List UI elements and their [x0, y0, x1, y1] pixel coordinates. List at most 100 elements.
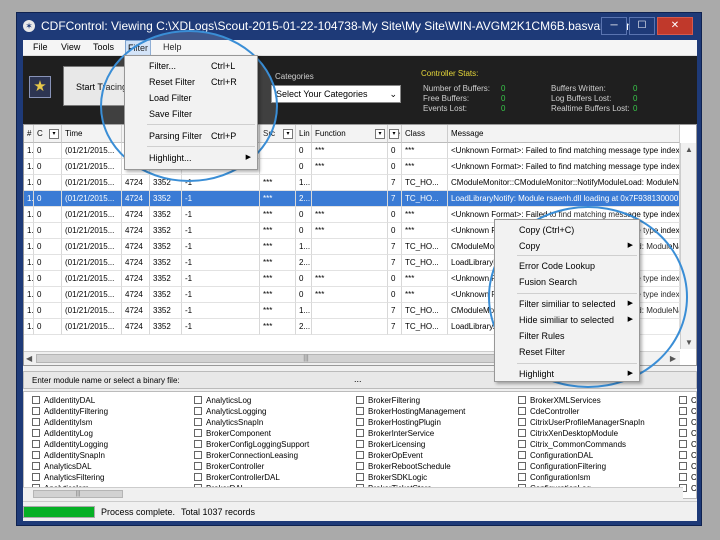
- context-menu-item[interactable]: Reset Filter: [495, 344, 639, 360]
- filter-menu-item[interactable]: Reset Filter Ctrl+R: [125, 74, 257, 90]
- checkbox[interactable]: [356, 440, 364, 448]
- module-checkbox-item[interactable]: Cor: [679, 462, 696, 473]
- module-checkbox-item[interactable]: AnalyticsSnapIn: [194, 418, 263, 429]
- filter-menu-item[interactable]: Load Filter: [125, 90, 257, 106]
- module-checkbox-item[interactable]: BrokerRebootSchedule: [356, 462, 451, 473]
- menu-view[interactable]: View: [61, 42, 80, 52]
- module-checkbox-item[interactable]: BrokerHostingManagement: [356, 407, 465, 418]
- checkbox[interactable]: [679, 451, 687, 459]
- module-checkbox-item[interactable]: AnalyticsLogging: [194, 407, 266, 418]
- column-filter-icon[interactable]: ▾: [375, 129, 385, 139]
- module-checkbox-item[interactable]: Cor: [679, 440, 696, 451]
- module-checkbox-item[interactable]: Citrix_CommonCommands: [518, 440, 626, 451]
- grid-column-header[interactable]: C ▾: [34, 125, 62, 143]
- module-checkbox-item[interactable]: AnalyticsDAL: [32, 462, 92, 473]
- module-checkbox-item[interactable]: Cor: [679, 396, 696, 407]
- checkbox[interactable]: [518, 429, 526, 437]
- maximize-button[interactable]: ☐: [629, 17, 655, 35]
- module-checkbox-item[interactable]: BrokerOpEvent: [356, 451, 423, 462]
- module-checkbox-item[interactable]: ConfigurationDAL: [518, 451, 593, 462]
- context-menu-item[interactable]: Copy (Ctrl+C): [495, 222, 639, 238]
- module-checkbox-item[interactable]: BrokerInterService: [356, 429, 434, 440]
- module-checkbox-item[interactable]: BrokerControllerDAL: [194, 473, 280, 484]
- checkbox[interactable]: [679, 440, 687, 448]
- checkbox[interactable]: [356, 407, 364, 415]
- checkbox[interactable]: [518, 462, 526, 470]
- scroll-down-icon[interactable]: ▼: [685, 338, 693, 347]
- checkbox[interactable]: [518, 473, 526, 481]
- module-checkbox-item[interactable]: Cor: [679, 407, 696, 418]
- checkbox[interactable]: [518, 451, 526, 459]
- close-button[interactable]: ✕: [657, 17, 693, 35]
- checkbox[interactable]: [194, 396, 202, 404]
- checkbox[interactable]: [518, 418, 526, 426]
- context-menu-item[interactable]: Filter similiar to selected ▶: [495, 296, 639, 312]
- filter-menu-item[interactable]: Filter... Ctrl+L: [125, 58, 257, 74]
- grid-column-header[interactable]: Function ▾: [312, 125, 388, 143]
- context-menu-item[interactable]: Error Code Lookup: [495, 258, 639, 274]
- module-checkbox-item[interactable]: ConfigurationFiltering: [518, 462, 606, 473]
- checkbox[interactable]: [32, 440, 40, 448]
- checkbox[interactable]: [518, 396, 526, 404]
- checkbox[interactable]: [356, 418, 364, 426]
- grid-column-header[interactable]: Class: [402, 125, 448, 143]
- context-menu-item[interactable]: Fusion Search: [495, 274, 639, 290]
- module-checkbox-item[interactable]: AdIdentityDAL: [32, 396, 95, 407]
- checkbox[interactable]: [679, 396, 687, 404]
- checkbox[interactable]: [32, 462, 40, 470]
- checkbox[interactable]: [356, 429, 364, 437]
- checkbox[interactable]: [32, 429, 40, 437]
- context-menu-item[interactable]: Hide similiar to selected ▶: [495, 312, 639, 328]
- module-checkbox-item[interactable]: CdeController: [518, 407, 579, 418]
- module-checkbox-item[interactable]: BrokerLicensing: [356, 440, 425, 451]
- module-checkbox-item[interactable]: BrokerConfigLoggingSupport: [194, 440, 309, 451]
- module-checkbox-item[interactable]: BrokerHostingPlugin: [356, 418, 441, 429]
- checkbox[interactable]: [356, 473, 364, 481]
- checkbox[interactable]: [679, 407, 687, 415]
- filter-menu-item[interactable]: Save Filter: [125, 106, 257, 122]
- checkbox[interactable]: [194, 462, 202, 470]
- module-checkbox-item[interactable]: AdIdentityFiltering: [32, 407, 108, 418]
- checkbox[interactable]: [518, 407, 526, 415]
- minimize-button[interactable]: ─: [601, 17, 627, 35]
- checkbox[interactable]: [679, 418, 687, 426]
- module-checkbox-item[interactable]: Cor: [679, 429, 696, 440]
- column-filter-icon[interactable]: ▾: [283, 129, 293, 139]
- module-checkbox-item[interactable]: BrokerConnectionLeasing: [194, 451, 298, 462]
- module-checkbox-item[interactable]: BrokerXMLServices: [518, 396, 601, 407]
- title-bar[interactable]: ✶ CDFControl: Viewing C:\XDLogs\Scout-20…: [17, 13, 701, 39]
- checkbox[interactable]: [679, 429, 687, 437]
- module-checkbox-item[interactable]: Cor: [679, 473, 696, 484]
- categories-select[interactable]: Select Your Categories ⌄: [271, 85, 401, 103]
- module-checkbox-item[interactable]: Cor: [679, 451, 696, 462]
- scroll-left-icon[interactable]: ◀: [26, 354, 32, 363]
- checkbox[interactable]: [679, 462, 687, 470]
- browse-button[interactable]: ...: [354, 374, 362, 384]
- module-checkbox-item[interactable]: BrokerComponent: [194, 429, 271, 440]
- module-horizontal-scrollbar[interactable]: |||: [23, 487, 683, 499]
- grid-column-header[interactable]: #: [24, 125, 34, 143]
- menu-tools[interactable]: Tools: [93, 42, 114, 52]
- checkbox[interactable]: [32, 473, 40, 481]
- module-checkbox-item[interactable]: BrokerFiltering: [356, 396, 420, 407]
- checkbox[interactable]: [32, 451, 40, 459]
- grid-column-header[interactable]: Message: [448, 125, 680, 143]
- filter-menu-item[interactable]: Highlight... ▶: [125, 150, 257, 166]
- scroll-up-icon[interactable]: ▲: [685, 145, 693, 154]
- table-row[interactable]: 1...0(01/21/2015...0***0***<Unknown Form…: [24, 159, 680, 175]
- context-menu-item[interactable]: Copy ▶: [495, 238, 639, 254]
- module-checkbox-item[interactable]: AdIdentityLogging: [32, 440, 108, 451]
- module-scroll-thumb[interactable]: |||: [33, 490, 123, 498]
- module-checkbox-item[interactable]: ConfigurationIsm: [518, 473, 590, 484]
- checkbox[interactable]: [194, 440, 202, 448]
- checkbox[interactable]: [356, 396, 364, 404]
- table-row[interactable]: 1...0(01/21/2015...47243352-1***1...7TC_…: [24, 175, 680, 191]
- module-checkbox-item[interactable]: AdIdentitySnapIn: [32, 451, 105, 462]
- module-checkbox-item[interactable]: BrokerSDKLogic: [356, 473, 427, 484]
- checkbox[interactable]: [32, 418, 40, 426]
- filter-menu-item[interactable]: Parsing Filter Ctrl+P: [125, 128, 257, 144]
- column-filter-icon[interactable]: ▾: [49, 129, 59, 139]
- module-checkbox-item[interactable]: AdIdentityLog: [32, 429, 93, 440]
- checkbox[interactable]: [194, 451, 202, 459]
- checkbox[interactable]: [194, 429, 202, 437]
